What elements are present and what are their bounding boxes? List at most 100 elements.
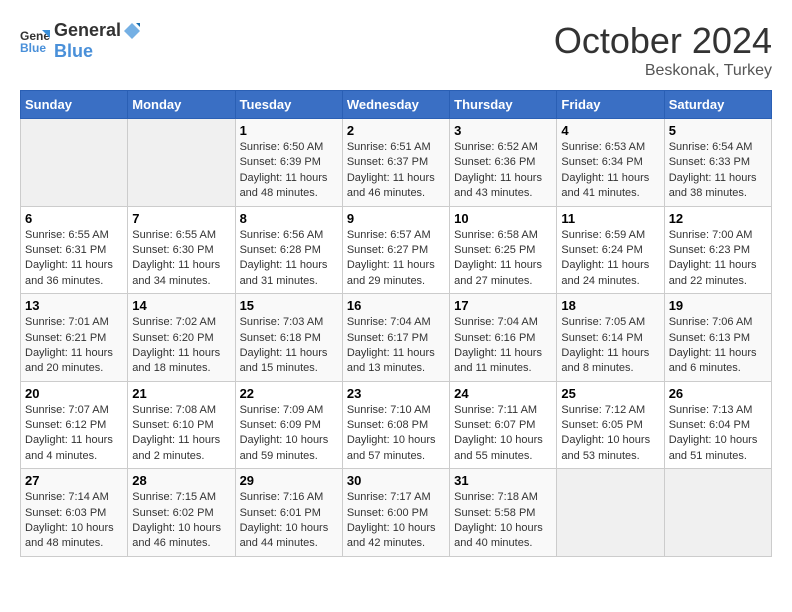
- calendar-cell: 24 Sunrise: 7:11 AMSunset: 6:07 PMDayligh…: [450, 381, 557, 469]
- calendar-cell: 25Sunrise: 7:12 AMSunset: 6:05 PMDayligh…: [557, 381, 664, 469]
- day-number: 4: [561, 123, 659, 138]
- calendar-cell: [664, 469, 771, 557]
- day-number: 7: [132, 211, 230, 226]
- day-info: Sunrise: 7:00 AMSunset: 6:23 PMDaylight:…: [669, 228, 767, 290]
- day-number: 3: [454, 123, 552, 138]
- day-number: 8: [240, 211, 338, 226]
- day-number: 16: [347, 298, 445, 313]
- day-number: 23: [347, 386, 445, 401]
- calendar-cell: 31Sunrise: 7:18 AMSunset: 5:58 PMDayligh…: [450, 469, 557, 557]
- day-number: 15: [240, 298, 338, 313]
- calendar-cell: [128, 119, 235, 207]
- day-number: 10: [454, 211, 552, 226]
- day-info: Sunrise: 6:54 AMSunset: 6:33 PMDaylight:…: [669, 140, 767, 202]
- day-number: 26: [669, 386, 767, 401]
- calendar-cell: 21Sunrise: 7:08 AMSunset: 6:10 PMDayligh…: [128, 381, 235, 469]
- calendar-cell: 12 Sunrise: 7:00 AMSunset: 6:23 PMDayligh…: [664, 206, 771, 294]
- day-number: 20: [25, 386, 123, 401]
- calendar-week-3: 13Sunrise: 7:01 AMSunset: 6:21 PMDayligh…: [21, 294, 772, 382]
- day-number: 13: [25, 298, 123, 313]
- weekday-header-wednesday: Wednesday: [342, 91, 449, 119]
- logo-general: General: [54, 20, 121, 41]
- day-info: Sunrise: 6:51 AMSunset: 6:37 PMDaylight:…: [347, 140, 445, 202]
- calendar-cell: 20 Sunrise: 7:07 AMSunset: 6:12 PMDayligh…: [21, 381, 128, 469]
- weekday-header-saturday: Saturday: [664, 91, 771, 119]
- day-number: 9: [347, 211, 445, 226]
- calendar-cell: 18 Sunrise: 7:05 AMSunset: 6:14 PMDayligh…: [557, 294, 664, 382]
- weekday-header-monday: Monday: [128, 91, 235, 119]
- logo: General Blue General Blue: [20, 20, 143, 62]
- day-number: 25: [561, 386, 659, 401]
- calendar-week-2: 6Sunrise: 6:55 AMSunset: 6:31 PMDaylight…: [21, 206, 772, 294]
- calendar-cell: 29 Sunrise: 7:16 AMSunset: 6:01 PMDayligh…: [235, 469, 342, 557]
- calendar-cell: 11Sunrise: 6:59 AMSunset: 6:24 PMDayligh…: [557, 206, 664, 294]
- day-number: 5: [669, 123, 767, 138]
- calendar-cell: 9 Sunrise: 6:57 AMSunset: 6:27 PMDaylight…: [342, 206, 449, 294]
- day-info: Sunrise: 7:17 AMSunset: 6:00 PMDaylight:…: [347, 490, 445, 552]
- day-number: 29: [240, 473, 338, 488]
- calendar-cell: 5 Sunrise: 6:54 AMSunset: 6:33 PMDaylight…: [664, 119, 771, 207]
- day-info: Sunrise: 7:04 AMSunset: 6:16 PMDaylight:…: [454, 315, 552, 377]
- calendar-cell: 6Sunrise: 6:55 AMSunset: 6:31 PMDaylight…: [21, 206, 128, 294]
- month-title: October 2024: [554, 20, 772, 62]
- calendar-cell: 16Sunrise: 7:04 AMSunset: 6:17 PMDayligh…: [342, 294, 449, 382]
- weekday-header-friday: Friday: [557, 91, 664, 119]
- day-number: 12: [669, 211, 767, 226]
- day-number: 24: [454, 386, 552, 401]
- calendar-cell: 1Sunrise: 6:50 AMSunset: 6:39 PMDaylight…: [235, 119, 342, 207]
- calendar-week-4: 20 Sunrise: 7:07 AMSunset: 6:12 PMDayligh…: [21, 381, 772, 469]
- calendar-cell: 10 Sunrise: 6:58 AMSunset: 6:25 PMDayligh…: [450, 206, 557, 294]
- weekday-header-sunday: Sunday: [21, 91, 128, 119]
- calendar-cell: 27 Sunrise: 7:14 AMSunset: 6:03 PMDayligh…: [21, 469, 128, 557]
- day-info: Sunrise: 7:08 AMSunset: 6:10 PMDaylight:…: [132, 403, 230, 465]
- calendar-cell: 26 Sunrise: 7:13 AMSunset: 6:04 PMDayligh…: [664, 381, 771, 469]
- day-info: Sunrise: 7:11 AMSunset: 6:07 PMDaylight:…: [454, 403, 552, 465]
- day-info: Sunrise: 7:07 AMSunset: 6:12 PMDaylight:…: [25, 403, 123, 465]
- location-subtitle: Beskonak, Turkey: [554, 62, 772, 80]
- calendar-week-1: 1Sunrise: 6:50 AMSunset: 6:39 PMDaylight…: [21, 119, 772, 207]
- day-info: Sunrise: 7:09 AMSunset: 6:09 PMDaylight:…: [240, 403, 338, 465]
- title-block: October 2024 Beskonak, Turkey: [554, 20, 772, 80]
- day-number: 28: [132, 473, 230, 488]
- calendar-cell: 17 Sunrise: 7:04 AMSunset: 6:16 PMDayligh…: [450, 294, 557, 382]
- weekday-header-tuesday: Tuesday: [235, 91, 342, 119]
- calendar-cell: 22 Sunrise: 7:09 AMSunset: 6:09 PMDayligh…: [235, 381, 342, 469]
- day-number: 14: [132, 298, 230, 313]
- day-info: Sunrise: 7:13 AMSunset: 6:04 PMDaylight:…: [669, 403, 767, 465]
- day-number: 6: [25, 211, 123, 226]
- day-info: Sunrise: 6:57 AMSunset: 6:27 PMDaylight:…: [347, 228, 445, 290]
- calendar-cell: [21, 119, 128, 207]
- day-info: Sunrise: 7:05 AMSunset: 6:14 PMDaylight:…: [561, 315, 659, 377]
- calendar-cell: 4 Sunrise: 6:53 AMSunset: 6:34 PMDaylight…: [557, 119, 664, 207]
- day-number: 19: [669, 298, 767, 313]
- day-info: Sunrise: 7:14 AMSunset: 6:03 PMDaylight:…: [25, 490, 123, 552]
- svg-text:Blue: Blue: [20, 41, 46, 55]
- calendar-cell: 8 Sunrise: 6:56 AMSunset: 6:28 PMDaylight…: [235, 206, 342, 294]
- day-info: Sunrise: 6:53 AMSunset: 6:34 PMDaylight:…: [561, 140, 659, 202]
- day-number: 31: [454, 473, 552, 488]
- calendar-cell: 7 Sunrise: 6:55 AMSunset: 6:30 PMDaylight…: [128, 206, 235, 294]
- day-info: Sunrise: 7:10 AMSunset: 6:08 PMDaylight:…: [347, 403, 445, 465]
- day-number: 17: [454, 298, 552, 313]
- day-info: Sunrise: 6:59 AMSunset: 6:24 PMDaylight:…: [561, 228, 659, 290]
- calendar-cell: 23 Sunrise: 7:10 AMSunset: 6:08 PMDayligh…: [342, 381, 449, 469]
- calendar-cell: 30 Sunrise: 7:17 AMSunset: 6:00 PMDayligh…: [342, 469, 449, 557]
- day-number: 22: [240, 386, 338, 401]
- day-number: 18: [561, 298, 659, 313]
- calendar-cell: 3 Sunrise: 6:52 AMSunset: 6:36 PMDaylight…: [450, 119, 557, 207]
- calendar-cell: 14Sunrise: 7:02 AMSunset: 6:20 PMDayligh…: [128, 294, 235, 382]
- calendar-week-5: 27 Sunrise: 7:14 AMSunset: 6:03 PMDayligh…: [21, 469, 772, 557]
- day-info: Sunrise: 7:16 AMSunset: 6:01 PMDaylight:…: [240, 490, 338, 552]
- calendar-cell: 13Sunrise: 7:01 AMSunset: 6:21 PMDayligh…: [21, 294, 128, 382]
- day-info: Sunrise: 6:58 AMSunset: 6:25 PMDaylight:…: [454, 228, 552, 290]
- day-number: 30: [347, 473, 445, 488]
- day-info: Sunrise: 7:03 AMSunset: 6:18 PMDaylight:…: [240, 315, 338, 377]
- day-info: Sunrise: 6:56 AMSunset: 6:28 PMDaylight:…: [240, 228, 338, 290]
- day-number: 27: [25, 473, 123, 488]
- day-info: Sunrise: 6:52 AMSunset: 6:36 PMDaylight:…: [454, 140, 552, 202]
- day-number: 1: [240, 123, 338, 138]
- calendar-cell: [557, 469, 664, 557]
- day-number: 2: [347, 123, 445, 138]
- day-info: Sunrise: 6:55 AMSunset: 6:30 PMDaylight:…: [132, 228, 230, 290]
- weekday-header-thursday: Thursday: [450, 91, 557, 119]
